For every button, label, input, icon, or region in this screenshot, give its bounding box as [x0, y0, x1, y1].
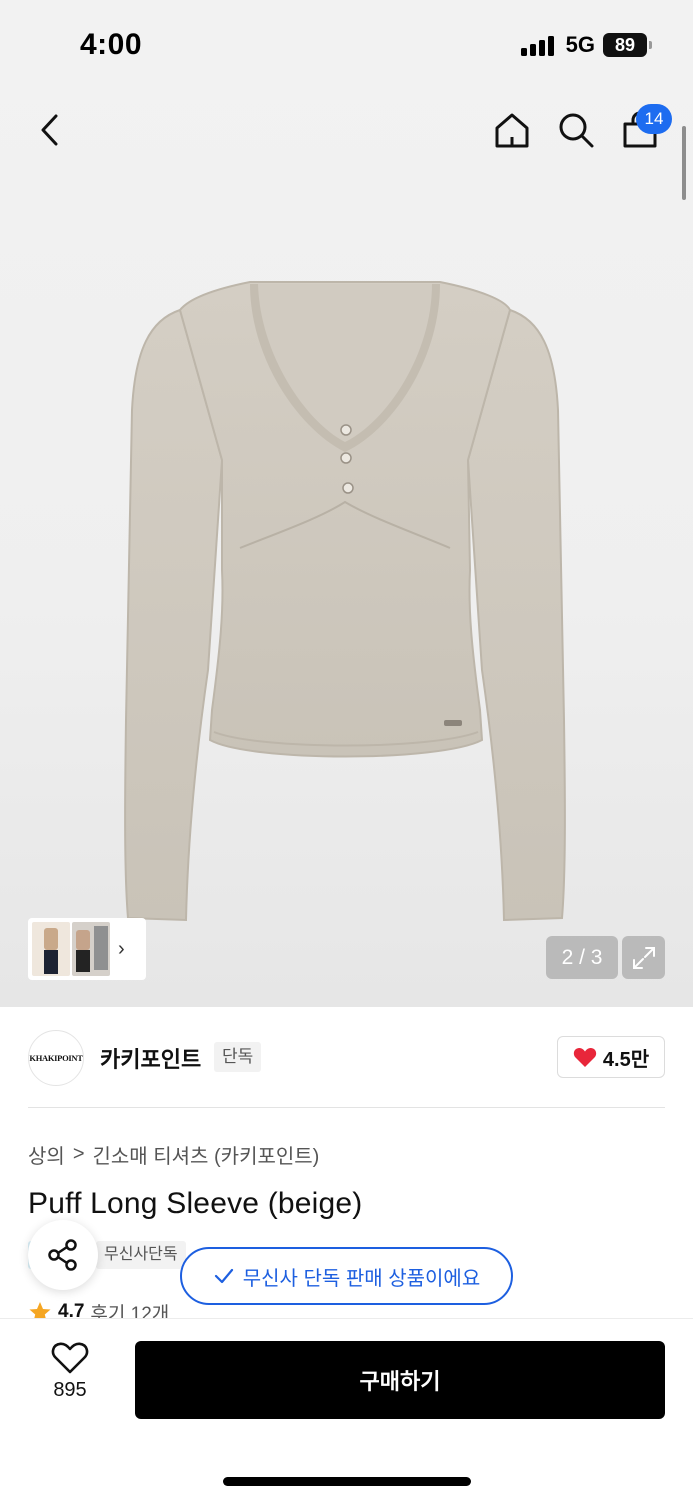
battery-icon: 89	[603, 33, 652, 57]
cart-count-badge: 14	[636, 104, 672, 134]
brand-name[interactable]: 카키포인트	[100, 1042, 201, 1074]
breadcrumb-item-long-sleeve[interactable]: 긴소매 티셔츠 (카키포인트)	[93, 1140, 320, 1169]
thumbnail-1[interactable]	[32, 922, 70, 976]
brand-like-count: 4.5만	[602, 1048, 650, 1071]
bottom-action-bar: 895 구매하기	[0, 1318, 693, 1500]
breadcrumb-separator: >	[72, 1143, 85, 1165]
scroll-indicator	[682, 126, 686, 200]
product-title: Puff Long Sleeve (beige)	[28, 1187, 363, 1220]
heart-outline-icon	[51, 1342, 89, 1374]
exclusive-product-tag: 무신사단독	[96, 1241, 186, 1269]
signal-icon	[520, 34, 554, 56]
toast-text: 무신사 단독 판매 상품이에요	[242, 1267, 481, 1290]
status-time: 4:00	[80, 28, 143, 61]
wishlist-button[interactable]: 895	[30, 1341, 110, 1421]
share-icon	[48, 1239, 77, 1271]
product-photo	[124, 281, 566, 922]
wishlist-count: 895	[53, 1379, 87, 1401]
brand-logo[interactable]: KHAKIPOINT	[28, 1030, 84, 1086]
buy-button[interactable]: 구매하기	[135, 1341, 665, 1419]
breadcrumb-item-top[interactable]: 상의	[28, 1140, 65, 1169]
breadcrumb: 상의 > 긴소매 티셔츠 (카키포인트)	[28, 1140, 319, 1169]
share-button[interactable]	[28, 1220, 98, 1290]
thumbnail-strip[interactable]: ›	[28, 918, 146, 980]
chevron-right-icon[interactable]: ›	[118, 938, 125, 961]
network-type: 5G	[565, 32, 595, 57]
brand-like-button[interactable]: 4.5만	[557, 1036, 665, 1078]
top-nav	[0, 100, 693, 160]
product-image-gallery[interactable]: 4:00 5G 89 14 › 2 / 3	[0, 0, 693, 1007]
status-indicators: 5G 89	[520, 32, 652, 58]
check-icon	[214, 1268, 233, 1284]
brand-row: KHAKIPOINT 카키포인트 단독 4.5만	[28, 1030, 665, 1086]
home-icon[interactable]	[490, 108, 534, 152]
exclusive-toast: 무신사 단독 판매 상품이에요	[180, 1247, 513, 1305]
home-indicator	[223, 1477, 471, 1486]
expand-icon[interactable]	[622, 936, 665, 979]
search-icon[interactable]	[554, 108, 598, 152]
exclusive-tag: 단독	[214, 1042, 262, 1072]
thumbnail-2[interactable]	[72, 922, 110, 976]
image-page-counter: 2 / 3	[546, 936, 618, 979]
heart-icon	[573, 1047, 597, 1067]
divider	[28, 1107, 665, 1108]
back-icon[interactable]	[30, 110, 70, 150]
